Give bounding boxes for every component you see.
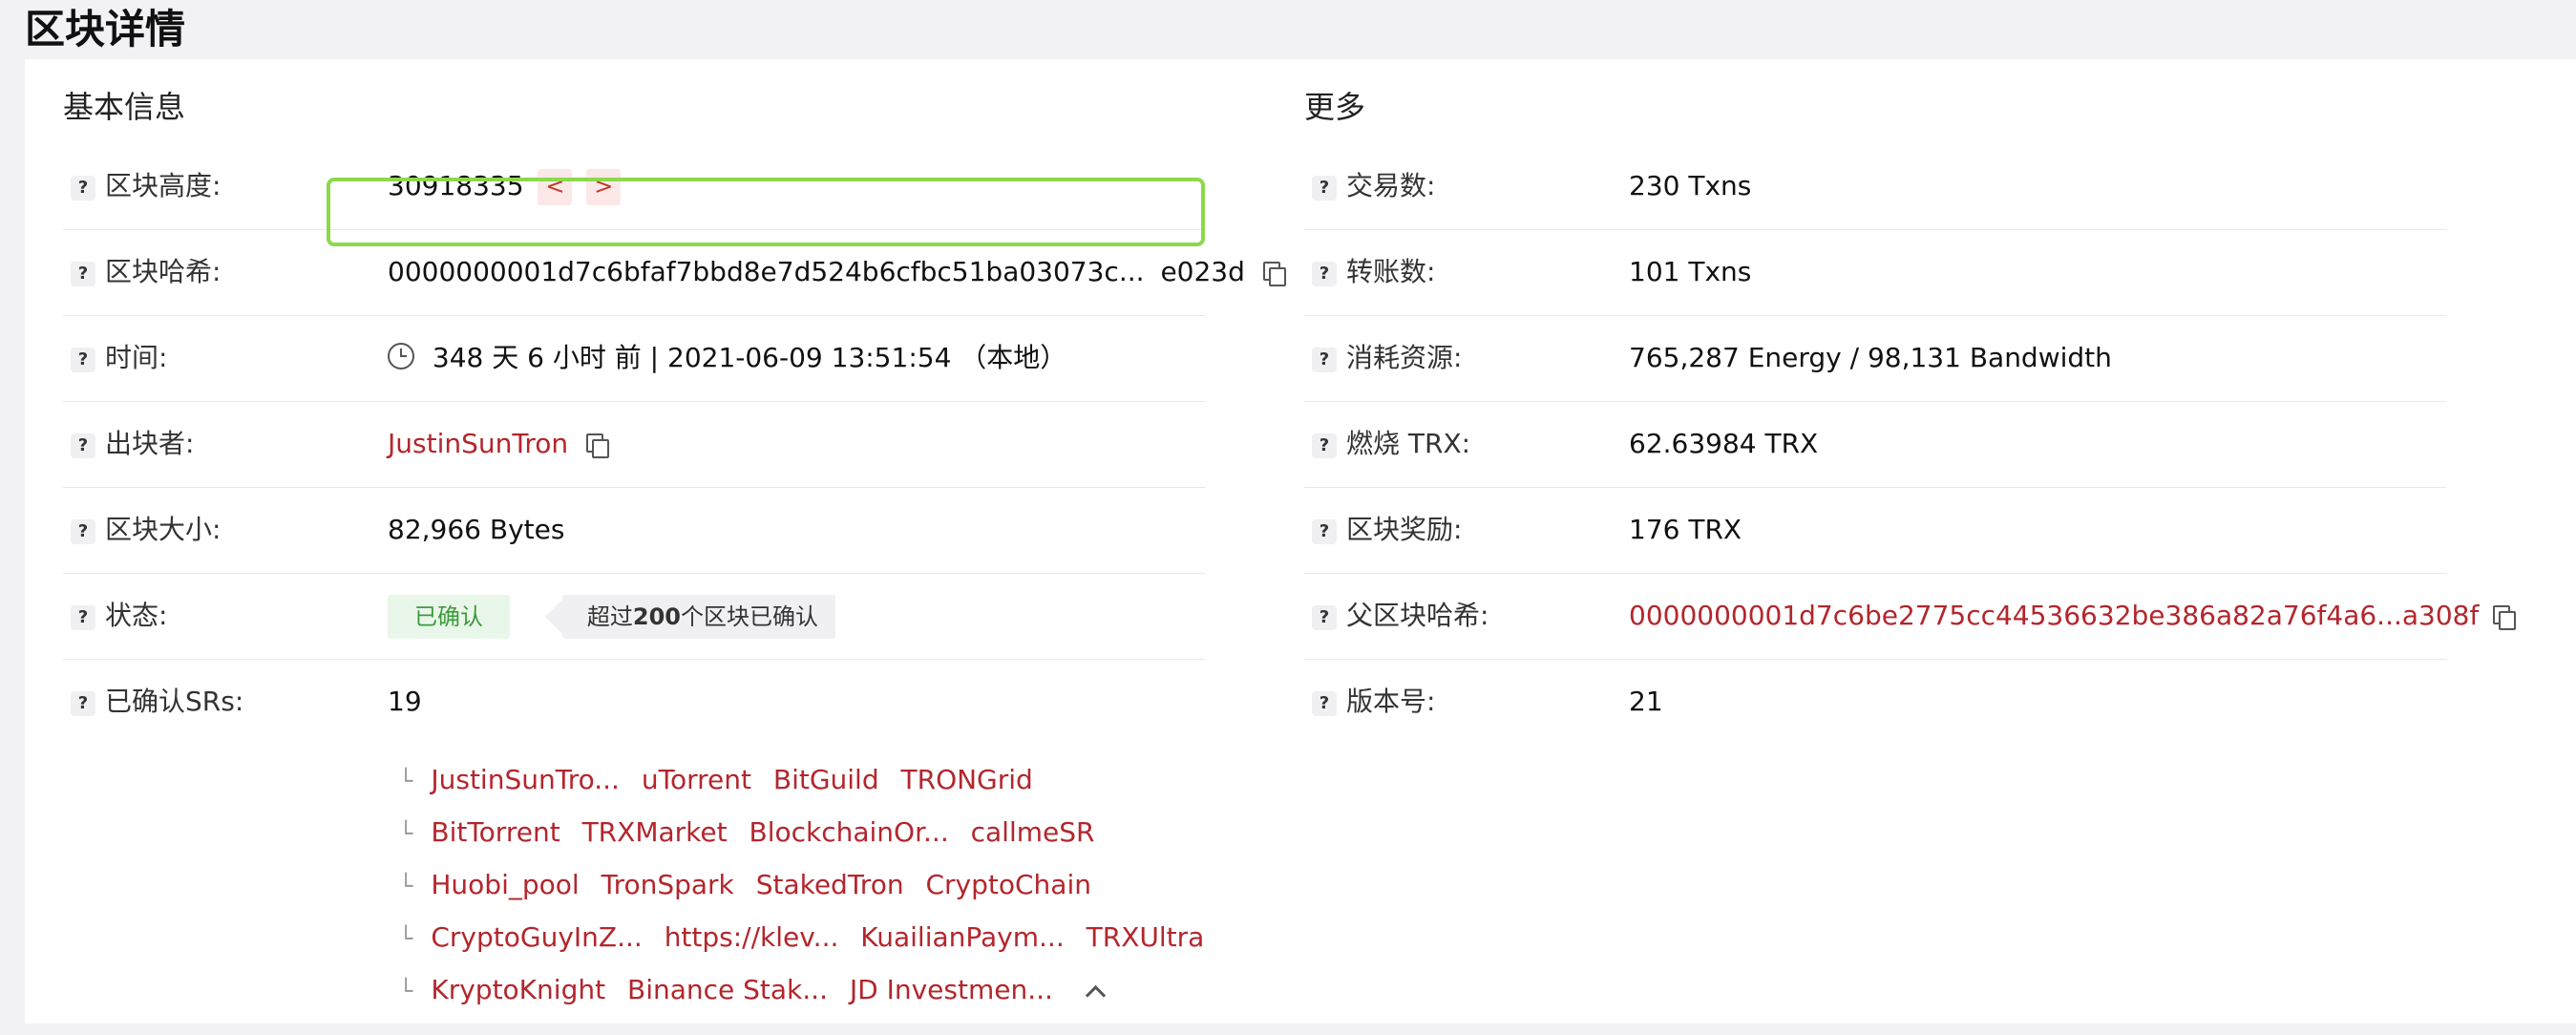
sr-link[interactable]: TRXUltra — [1087, 921, 1205, 953]
resources-value: 765,287 Energy / 98,131 Bandwidth — [1629, 342, 2112, 373]
block-reward-value: 176 TRX — [1629, 514, 1742, 545]
sr-link[interactable]: Binance Stak... — [627, 974, 828, 1005]
block-hash-tail: e023d — [1160, 256, 1245, 287]
sr-link[interactable]: BlockchainOr... — [749, 816, 948, 848]
sr-link[interactable]: KuailianPaym... — [860, 921, 1064, 953]
sr-link[interactable]: BitGuild — [773, 764, 879, 795]
tree-branch-icon: └ — [399, 925, 413, 952]
confirmed-srs-value: 19 — [388, 686, 422, 717]
time-label: 时间: — [105, 342, 168, 373]
block-hash-highlight-box — [327, 178, 1205, 246]
sr-link[interactable]: TRXMarket — [582, 816, 728, 848]
status-badge: 已确认 — [388, 595, 510, 639]
sr-link[interactable]: CryptoGuyInZ... — [431, 921, 642, 953]
row-confirmed-srs: ? 已确认SRs: 19 — [63, 659, 1205, 745]
time-value: 348 天 6 小时 前 | 2021-06-09 13:51:54 （本地） — [432, 342, 1067, 373]
block-hash-label: 区块哈希: — [105, 256, 222, 287]
sr-link[interactable]: JD Investmen... — [850, 974, 1053, 1005]
copy-icon[interactable] — [1262, 262, 1286, 286]
producer-label: 出块者: — [105, 428, 195, 459]
row-version: ? 版本号: 21 — [1304, 659, 2446, 745]
row-block-size: ? 区块大小: 82,966 Bytes — [63, 487, 1205, 574]
help-icon[interactable]: ? — [71, 605, 95, 630]
sr-link[interactable]: CryptoChain — [925, 869, 1091, 900]
tree-branch-icon: └ — [399, 820, 413, 847]
tip-prefix: 超过 — [586, 603, 633, 630]
sr-link[interactable]: callmeSR — [971, 816, 1095, 848]
transfers-label: 转账数: — [1346, 256, 1436, 287]
sr-list-line: └ BitTorrent TRXMarket BlockchainOr... c… — [399, 809, 1108, 856]
help-icon[interactable]: ? — [71, 433, 95, 458]
confirmation-tip: 超过200个区块已确认 — [544, 595, 836, 639]
basic-info-title: 基本信息 — [63, 89, 186, 125]
block-hash-value: 0000000001d7c6bfaf7bbd8e7d524b6cfbc51ba0… — [388, 256, 1145, 287]
help-icon[interactable]: ? — [71, 262, 95, 286]
sr-link[interactable]: TronSpark — [602, 869, 734, 900]
row-txns: ? 交易数: 230 Txns — [1304, 143, 2446, 230]
sr-link[interactable]: uTorrent — [642, 764, 751, 795]
sr-link[interactable]: KryptoKnight — [431, 974, 605, 1005]
block-size-value: 82,966 Bytes — [388, 514, 565, 545]
help-icon[interactable]: ? — [71, 348, 95, 372]
clock-icon — [388, 343, 414, 370]
block-size-label: 区块大小: — [105, 514, 222, 545]
tip-count: 200 — [632, 603, 682, 630]
copy-icon[interactable] — [2493, 605, 2517, 630]
status-label: 状态: — [105, 600, 168, 631]
tip-suffix: 个区块已确认 — [681, 603, 819, 630]
sr-list-line: └ KryptoKnight Binance Stak... JD Invest… — [399, 966, 1106, 1014]
tree-branch-icon: └ — [399, 768, 413, 794]
help-icon[interactable]: ? — [71, 519, 95, 544]
sr-link[interactable]: JustinSunTro... — [431, 764, 620, 795]
help-icon[interactable]: ? — [1312, 348, 1337, 372]
help-icon[interactable]: ? — [1312, 605, 1337, 630]
block-reward-label: 区块奖励: — [1346, 514, 1463, 545]
parent-hash-link[interactable]: 0000000001d7c6be2775cc44536632be386a82a7… — [1629, 600, 2479, 631]
tree-branch-icon: └ — [399, 873, 413, 899]
row-status: ? 状态: 已确认 超过200个区块已确认 — [63, 573, 1205, 660]
resources-label: 消耗资源: — [1346, 342, 1463, 373]
sr-list-line: └ JustinSunTro... uTorrent BitGuild TRON… — [399, 756, 1046, 804]
copy-icon[interactable] — [586, 433, 610, 458]
more-info-title: 更多 — [1304, 89, 1366, 125]
version-value: 21 — [1629, 686, 1663, 717]
row-time: ? 时间: 348 天 6 小时 前 | 2021-06-09 13:51:54… — [63, 315, 1205, 402]
collapse-chevron-up-icon[interactable] — [1085, 984, 1106, 1005]
sr-list-line: └ CryptoGuyInZ... https://klev... Kuaili… — [399, 914, 1217, 961]
transfers-value: 101 Txns — [1629, 256, 1752, 287]
help-icon[interactable]: ? — [1312, 176, 1337, 201]
tree-branch-icon: └ — [399, 978, 413, 1004]
sr-list-line: └ Huobi_pool TronSpark StakedTron Crypto… — [399, 861, 1105, 909]
help-icon[interactable]: ? — [1312, 433, 1337, 458]
row-burn-trx: ? 燃烧 TRX: 62.63984 TRX — [1304, 401, 2446, 488]
confirmed-srs-label: 已确认SRs: — [105, 686, 244, 717]
page-title: 区块详情 — [25, 6, 186, 53]
burn-trx-label: 燃烧 TRX: — [1346, 428, 1471, 459]
sr-link[interactable]: https://klev... — [665, 921, 839, 953]
help-icon[interactable]: ? — [1312, 691, 1337, 716]
txns-label: 交易数: — [1346, 170, 1436, 201]
block-height-label: 区块高度: — [105, 170, 222, 201]
sr-link[interactable]: BitTorrent — [431, 816, 560, 848]
row-parent-hash: ? 父区块哈希: 0000000001d7c6be2775cc44536632b… — [1304, 573, 2517, 660]
burn-trx-value: 62.63984 TRX — [1629, 428, 1819, 459]
sr-link[interactable]: StakedTron — [756, 869, 904, 900]
sr-link[interactable]: TRONGrid — [901, 764, 1033, 795]
sr-link[interactable]: Huobi_pool — [431, 869, 579, 900]
row-block-reward: ? 区块奖励: 176 TRX — [1304, 487, 2446, 574]
row-producer: ? 出块者: JustinSunTron — [63, 401, 1205, 488]
help-icon[interactable]: ? — [1312, 262, 1337, 286]
version-label: 版本号: — [1346, 686, 1436, 717]
help-icon[interactable]: ? — [71, 691, 95, 716]
row-transfers: ? 转账数: 101 Txns — [1304, 229, 2446, 316]
parent-hash-label: 父区块哈希: — [1346, 600, 1489, 631]
help-icon[interactable]: ? — [71, 176, 95, 201]
txns-value: 230 Txns — [1629, 170, 1752, 201]
row-resources: ? 消耗资源: 765,287 Energy / 98,131 Bandwidt… — [1304, 315, 2446, 402]
producer-link[interactable]: JustinSunTron — [388, 428, 568, 459]
help-icon[interactable]: ? — [1312, 519, 1337, 544]
